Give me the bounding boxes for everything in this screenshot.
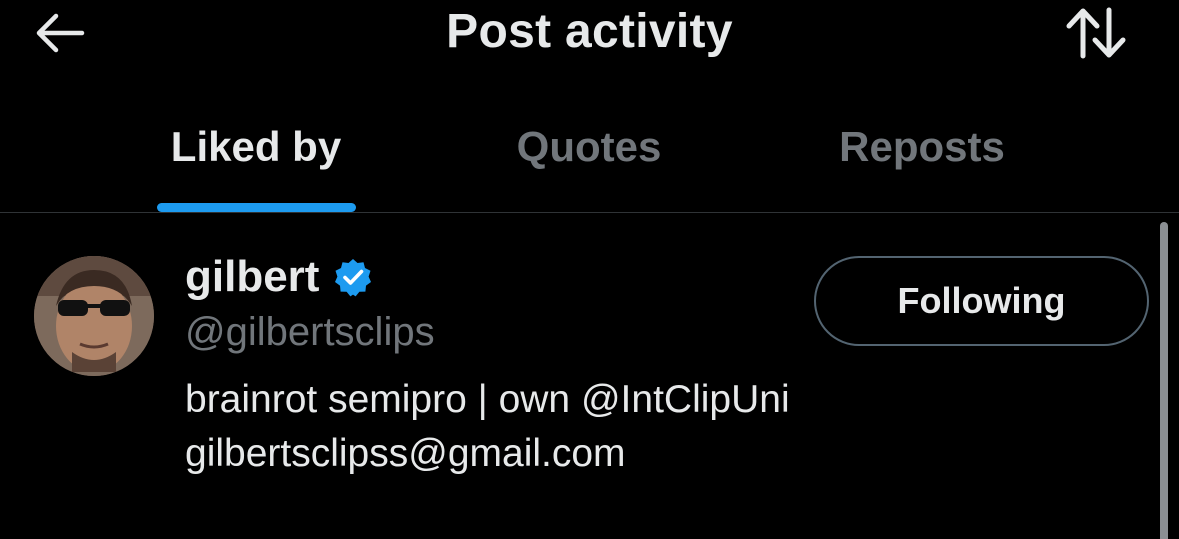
- tab-liked-by[interactable]: Liked by: [130, 100, 382, 212]
- scrollbar[interactable]: [1160, 222, 1168, 539]
- bio-line: gilbertsclipss@gmail.com: [185, 432, 626, 475]
- sort-arrows-icon: [1066, 7, 1126, 59]
- activity-tabs: Liked by Quotes Reposts: [0, 100, 1179, 212]
- following-button[interactable]: Following: [814, 256, 1149, 346]
- user-bio: brainrot semipro | own @IntClipUni gilbe…: [185, 373, 1085, 481]
- tab-reposts[interactable]: Reposts: [811, 100, 1033, 212]
- tab-quotes[interactable]: Quotes: [489, 100, 689, 212]
- user-list-item[interactable]: gilbert @gilbertsclips brainrot semipro …: [0, 213, 1160, 539]
- post-activity-screen: Post activity Liked by Quotes Reposts gi…: [0, 0, 1179, 539]
- user-handle: @gilbertsclips: [185, 310, 435, 354]
- tab-label: Liked by: [170, 123, 342, 170]
- display-name[interactable]: gilbert: [185, 249, 319, 305]
- sort-button[interactable]: [1060, 4, 1132, 62]
- page-title: Post activity: [446, 5, 733, 58]
- tab-label: Quotes: [516, 123, 662, 170]
- bio-line: brainrot semipro | own @IntClipUni: [185, 378, 790, 421]
- top-bar: Post activity: [0, 0, 1179, 70]
- avatar[interactable]: [34, 256, 154, 376]
- verified-badge-icon: [333, 257, 373, 297]
- active-tab-indicator: [157, 203, 356, 212]
- tab-label: Reposts: [839, 123, 1005, 170]
- avatar-image: [34, 256, 154, 376]
- display-name-row: gilbert: [185, 249, 373, 305]
